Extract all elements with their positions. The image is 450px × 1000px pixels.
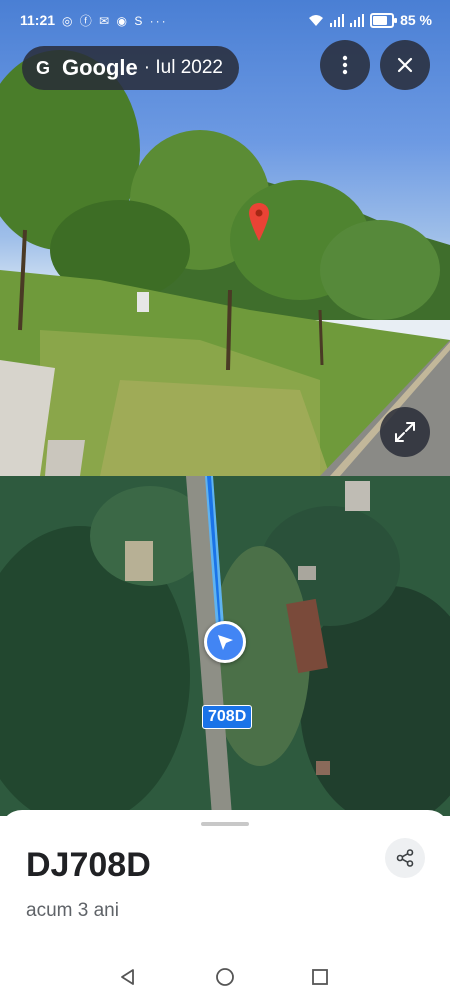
more-options-button[interactable] bbox=[320, 40, 370, 90]
status-right: 85 % bbox=[308, 12, 432, 28]
status-bar: 11:21 ◎ ⓕ ✉ ◉ S ··· 85 % bbox=[0, 0, 450, 40]
navigation-arrow-icon bbox=[218, 635, 233, 650]
wifi-icon bbox=[309, 14, 324, 26]
google-date-pill[interactable]: G Google · Iul 2022 bbox=[22, 46, 240, 90]
back-icon bbox=[121, 969, 134, 985]
expand-button[interactable] bbox=[380, 407, 430, 457]
home-button[interactable] bbox=[213, 965, 237, 989]
location-pin-icon bbox=[249, 203, 269, 241]
place-subtitle: acum 3 ani bbox=[26, 900, 119, 921]
navigation-bar bbox=[0, 955, 450, 1000]
google-g-logo: G bbox=[35, 57, 50, 78]
recents-icon bbox=[312, 969, 328, 985]
battery-percent: 85 % bbox=[400, 12, 432, 28]
google-brand: Google bbox=[62, 55, 138, 80]
place-title: DJ708D bbox=[26, 846, 151, 884]
current-location-marker[interactable] bbox=[204, 621, 246, 663]
close-button[interactable] bbox=[380, 40, 430, 90]
share-button[interactable] bbox=[385, 838, 425, 878]
expand-icon bbox=[395, 422, 415, 442]
share-icon bbox=[396, 849, 414, 867]
back-button[interactable] bbox=[116, 965, 140, 989]
battery-fill bbox=[373, 15, 387, 25]
more-vert-icon bbox=[342, 55, 348, 75]
home-icon bbox=[216, 968, 234, 986]
drag-handle[interactable] bbox=[201, 822, 249, 826]
close-icon bbox=[397, 57, 413, 73]
battery-icon bbox=[370, 12, 398, 28]
status-time: 11:21 bbox=[20, 12, 56, 28]
notification-icons: ◎ ⓕ ✉ ◉ S ··· bbox=[62, 14, 168, 28]
road-label: 708D bbox=[202, 705, 253, 729]
capture-date: · Iul 2022 bbox=[143, 57, 224, 78]
signal-2-icon bbox=[350, 13, 365, 27]
recents-button[interactable] bbox=[308, 965, 332, 989]
signal-icon bbox=[330, 13, 345, 27]
